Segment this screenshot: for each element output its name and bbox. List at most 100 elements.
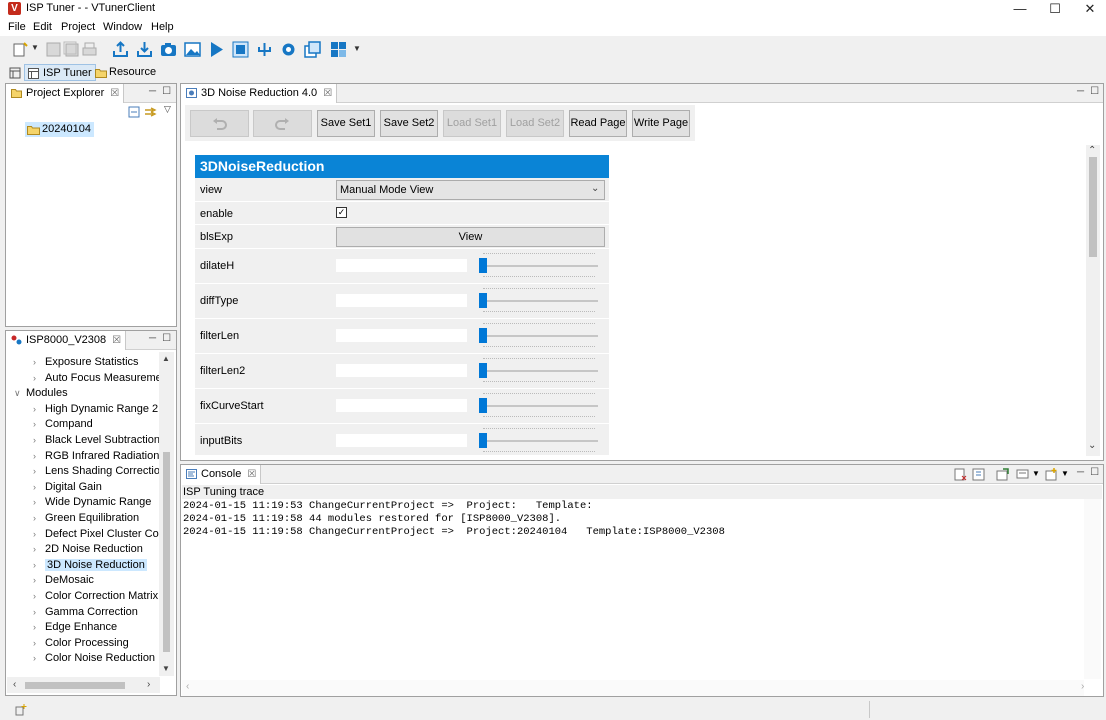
module-item[interactable]: › Wide Dynamic Range bbox=[33, 495, 151, 510]
minimize-maximize-icon[interactable]: ─☐ bbox=[149, 333, 177, 344]
param-value-field[interactable] bbox=[336, 294, 467, 307]
upload-icon[interactable] bbox=[112, 41, 129, 58]
hierarchy-icon[interactable] bbox=[256, 41, 273, 58]
param-value-field[interactable] bbox=[336, 399, 467, 412]
chevron-right-icon[interactable]: › bbox=[33, 589, 45, 604]
blsexp-view-button[interactable]: View bbox=[336, 227, 605, 247]
param-slider-thumb[interactable] bbox=[479, 258, 487, 273]
chevron-down-icon[interactable]: ▼ bbox=[1061, 469, 1069, 478]
image-icon[interactable] bbox=[184, 41, 201, 58]
close-button[interactable]: ✕ bbox=[1072, 0, 1106, 18]
module-item[interactable]: › Black Level Subtraction bbox=[33, 433, 159, 448]
chevron-right-icon[interactable]: › bbox=[33, 495, 45, 510]
module-tree-scroll-thumb[interactable] bbox=[163, 452, 170, 652]
maximize-button[interactable]: ☐ bbox=[1037, 0, 1073, 18]
chevron-right-icon[interactable]: › bbox=[33, 417, 45, 432]
param-slider-thumb[interactable] bbox=[479, 433, 487, 448]
minimize-maximize-icon[interactable]: ─☐ bbox=[149, 86, 177, 97]
module-item[interactable]: › 2D Noise Reduction bbox=[33, 542, 143, 557]
module-item[interactable]: › 3D Noise Reduction bbox=[33, 558, 147, 573]
play-icon[interactable] bbox=[208, 41, 225, 58]
module-item[interactable]: › Color Noise Reduction bbox=[33, 651, 155, 666]
module-item[interactable]: › Lens Shading Correctior bbox=[33, 464, 159, 479]
console-hscrollbar[interactable]: ‹ › bbox=[182, 680, 1084, 696]
chevron-right-icon[interactable]: › bbox=[33, 542, 45, 557]
read-page-button[interactable]: Read Page bbox=[569, 110, 627, 137]
tree-item-project[interactable]: 20240104 bbox=[25, 122, 94, 137]
tab-isp8000[interactable]: ISP8000_V2308 ☒ bbox=[6, 331, 127, 350]
scroll-down-icon[interactable]: ▼ bbox=[162, 664, 170, 673]
module-item[interactable]: › Color Correction Matrix bbox=[33, 589, 158, 604]
module-tree-hscroll-thumb[interactable] bbox=[25, 682, 125, 689]
module-item[interactable]: › DeMosaic bbox=[33, 573, 94, 588]
close-tab-icon[interactable]: ☒ bbox=[112, 335, 121, 346]
view-menu-icon[interactable]: ▽ bbox=[164, 104, 171, 115]
menu-file[interactable]: File bbox=[8, 21, 26, 33]
param-slider-track[interactable] bbox=[480, 405, 598, 407]
display-console-icon[interactable] bbox=[1016, 468, 1029, 481]
chevron-right-icon[interactable]: › bbox=[33, 402, 45, 417]
chevron-right-icon[interactable]: › bbox=[33, 511, 45, 526]
close-tab-icon[interactable]: ☒ bbox=[110, 88, 119, 99]
chevron-right-icon[interactable]: › bbox=[33, 433, 45, 448]
scroll-left-icon[interactable]: ‹ bbox=[13, 679, 16, 690]
chevron-right-icon[interactable]: › bbox=[33, 527, 45, 542]
module-item[interactable]: › Digital Gain bbox=[33, 480, 102, 495]
param-slider-thumb[interactable] bbox=[479, 363, 487, 378]
tab-project-explorer[interactable]: Project Explorer ☒ bbox=[6, 84, 125, 103]
open-perspective-icon[interactable] bbox=[9, 67, 21, 79]
console-vscrollbar[interactable] bbox=[1084, 499, 1101, 679]
undo-button[interactable] bbox=[190, 110, 249, 137]
module-item[interactable]: › Gamma Correction bbox=[33, 605, 138, 620]
param-value-field[interactable] bbox=[336, 259, 467, 272]
param-slider-track[interactable] bbox=[480, 265, 598, 267]
chevron-down-icon[interactable]: ∨ bbox=[14, 386, 26, 401]
tree-group-modules[interactable]: ∨ Modules bbox=[14, 386, 68, 401]
perspective-isp-tuner[interactable]: ISP Tuner bbox=[24, 64, 96, 81]
scroll-up-icon[interactable]: ▲ bbox=[162, 354, 170, 363]
chevron-down-icon[interactable]: ▼ bbox=[1032, 469, 1040, 478]
param-slider-thumb[interactable] bbox=[479, 293, 487, 308]
layout-icon[interactable] bbox=[330, 41, 347, 58]
layout-dropdown-icon[interactable]: ▼ bbox=[353, 44, 361, 53]
load-set1-button[interactable]: Load Set1 bbox=[443, 110, 501, 137]
minimize-maximize-icon[interactable]: ─☐ bbox=[1077, 86, 1105, 97]
module-item[interactable]: › Edge Enhance bbox=[33, 620, 117, 635]
chevron-right-icon[interactable]: › bbox=[33, 464, 45, 479]
param-slider-thumb[interactable] bbox=[479, 328, 487, 343]
chip-icon[interactable] bbox=[232, 41, 249, 58]
fast-view-icon[interactable] bbox=[15, 704, 27, 716]
module-item[interactable]: › Green Equilibration bbox=[33, 511, 139, 526]
param-slider-track[interactable] bbox=[480, 370, 598, 372]
copy-icon[interactable] bbox=[304, 41, 321, 58]
chevron-right-icon[interactable]: › bbox=[33, 636, 45, 651]
save-set2-button[interactable]: Save Set2 bbox=[380, 110, 438, 137]
param-value-field[interactable] bbox=[336, 364, 467, 377]
camera-icon[interactable] bbox=[160, 41, 177, 58]
scroll-up-icon[interactable]: ⌃ bbox=[1088, 145, 1096, 156]
param-slider-track[interactable] bbox=[480, 335, 598, 337]
scroll-down-icon[interactable]: ⌄ bbox=[1088, 440, 1096, 451]
chevron-down-icon[interactable]: ▼ bbox=[31, 43, 39, 52]
close-tab-icon[interactable]: ☒ bbox=[323, 88, 332, 99]
module-item[interactable]: › Color Processing bbox=[33, 636, 129, 651]
chevron-right-icon[interactable]: › bbox=[33, 558, 45, 573]
chevron-right-icon[interactable]: › bbox=[33, 620, 45, 635]
redo-button[interactable] bbox=[253, 110, 312, 137]
chevron-right-icon[interactable]: › bbox=[33, 355, 45, 370]
param-value-field[interactable] bbox=[336, 434, 467, 447]
module-tree-hscrollbar[interactable]: ‹ › bbox=[7, 677, 160, 693]
minimize-maximize-icon[interactable]: ─☐ bbox=[1077, 467, 1105, 478]
chevron-right-icon[interactable]: › bbox=[33, 371, 45, 386]
menu-project[interactable]: Project bbox=[61, 21, 95, 33]
perspective-resource[interactable]: Resource bbox=[93, 64, 159, 81]
scroll-lock-icon[interactable] bbox=[972, 468, 985, 481]
param-value-field[interactable] bbox=[336, 329, 467, 342]
load-set2-button[interactable]: Load Set2 bbox=[506, 110, 564, 137]
minimize-button[interactable]: — bbox=[1002, 0, 1038, 18]
param-slider-track[interactable] bbox=[480, 300, 598, 302]
module-item[interactable]: › RGB Infrared Radiation bbox=[33, 449, 159, 464]
chevron-right-icon[interactable]: › bbox=[33, 573, 45, 588]
editor-vscrollbar[interactable]: ⌃ ⌄ bbox=[1086, 145, 1100, 456]
chevron-right-icon[interactable]: › bbox=[33, 651, 45, 666]
